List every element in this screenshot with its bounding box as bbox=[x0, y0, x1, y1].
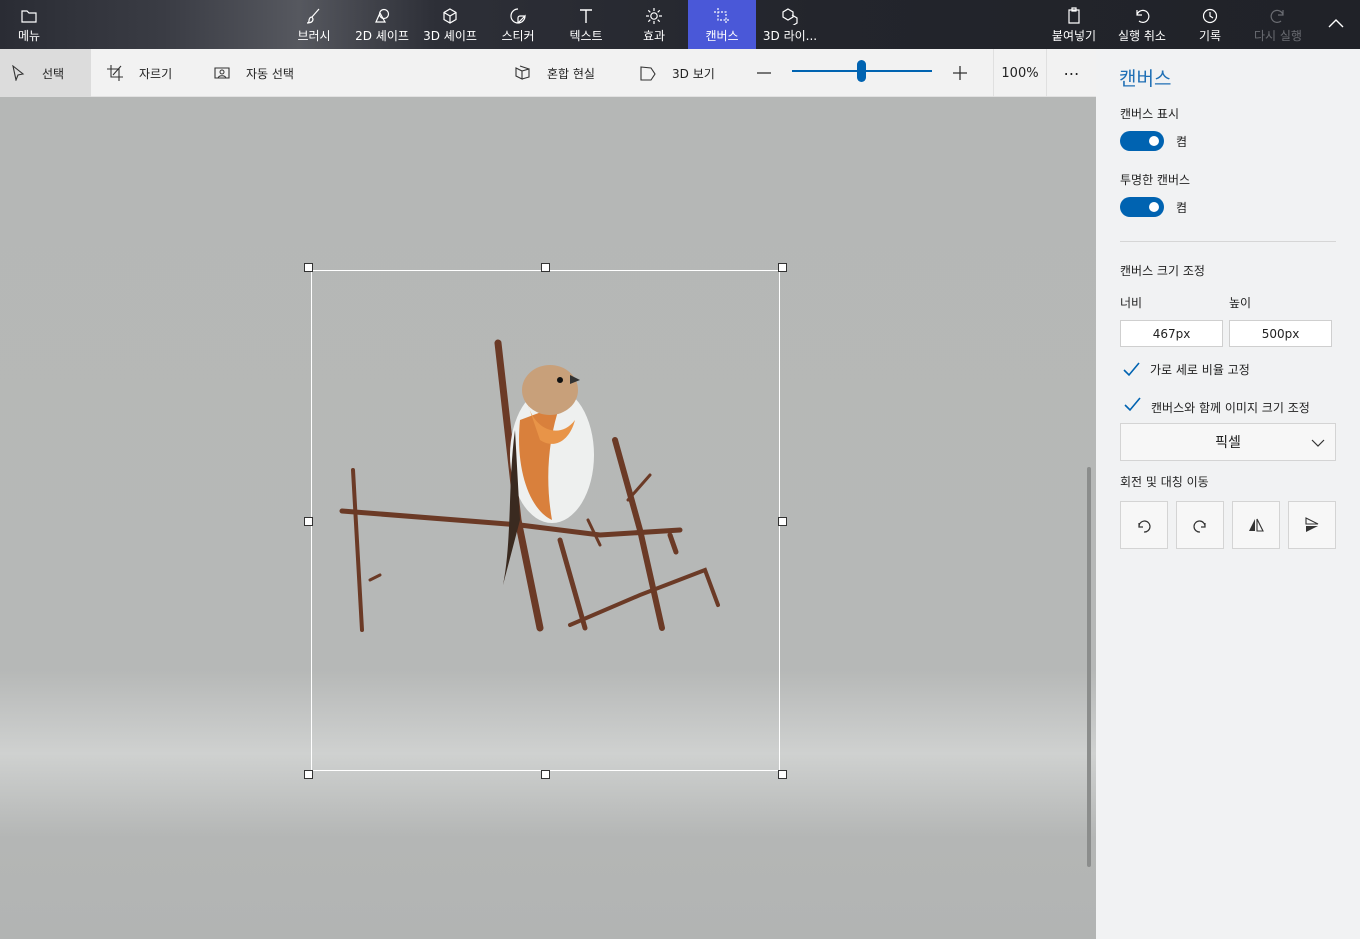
canvas-toolbar: 선택 자르기 자동 선택 혼합 현실 3D 보기 bbox=[0, 49, 1096, 97]
crop-icon bbox=[107, 65, 123, 81]
menu-button[interactable]: 메뉴 bbox=[10, 0, 48, 49]
width-field[interactable]: 467px bbox=[1120, 320, 1223, 347]
magic-select-icon bbox=[214, 67, 230, 79]
undo-icon bbox=[1136, 9, 1150, 23]
crop-tool[interactable]: 자르기 bbox=[107, 49, 172, 97]
bird-on-branch-image bbox=[339, 339, 720, 632]
redo-button[interactable]: 다시 실행 bbox=[1250, 0, 1306, 49]
zoom-out-icon[interactable] bbox=[754, 63, 774, 83]
resize-image-label: 캔버스와 함께 이미지 크기 조정 bbox=[1151, 401, 1310, 415]
resize-handle-top[interactable] bbox=[541, 263, 550, 272]
chevron-down-icon bbox=[1311, 439, 1325, 447]
tab-3d-library[interactable]: 3D 라이... bbox=[762, 0, 818, 49]
lock-aspect-checkbox[interactable] bbox=[1121, 360, 1141, 380]
text-icon bbox=[580, 9, 592, 23]
top-bar: 메뉴 브러시 2D 셰이프 3D 셰이프 스티커 텍스트 효과 캔버스 3D 라… bbox=[0, 0, 1360, 49]
resize-handle-bottom-right[interactable] bbox=[778, 770, 787, 779]
2d-shapes-icon bbox=[375, 8, 390, 23]
effects-icon bbox=[646, 8, 662, 24]
resize-handle-top-left[interactable] bbox=[304, 263, 313, 272]
flip-vertical-button[interactable] bbox=[1288, 501, 1336, 549]
rotate-right-button[interactable] bbox=[1176, 501, 1224, 549]
transparent-canvas-label: 투명한 캔버스 bbox=[1120, 173, 1191, 187]
canvas-icon bbox=[714, 8, 730, 24]
collapse-button[interactable] bbox=[1322, 0, 1350, 49]
resize-handle-bottom[interactable] bbox=[541, 770, 550, 779]
rotate-left-button[interactable] bbox=[1120, 501, 1168, 549]
tab-canvas[interactable]: 캔버스 bbox=[688, 0, 756, 49]
lock-aspect-label: 가로 세로 비율 고정 bbox=[1150, 363, 1250, 377]
resize-handle-top-right[interactable] bbox=[778, 263, 787, 272]
show-canvas-state: 켬 bbox=[1176, 135, 1188, 149]
tab-3d-shapes[interactable]: 3D 셰이프 bbox=[420, 0, 480, 49]
resize-handle-left[interactable] bbox=[304, 517, 313, 526]
flip-horizontal-button[interactable] bbox=[1232, 501, 1280, 549]
mixed-reality-button[interactable]: 혼합 현실 bbox=[515, 49, 595, 97]
height-label: 높이 bbox=[1229, 296, 1252, 310]
tab-brushes[interactable]: 브러시 bbox=[290, 0, 338, 49]
panel-divider bbox=[1120, 241, 1336, 242]
zoom-level: 100% bbox=[993, 49, 1047, 97]
view-3d-button[interactable]: 3D 보기 bbox=[640, 49, 715, 97]
flip-horizontal-icon bbox=[1249, 518, 1264, 532]
history-button[interactable]: 기록 bbox=[1192, 0, 1228, 49]
mixed-reality-icon bbox=[515, 65, 530, 80]
tab-text[interactable]: 텍스트 bbox=[562, 0, 610, 49]
resize-handle-bottom-left[interactable] bbox=[304, 770, 313, 779]
flip-vertical-icon bbox=[1305, 517, 1319, 532]
tab-effects[interactable]: 효과 bbox=[630, 0, 678, 49]
zoom-in-icon[interactable] bbox=[950, 63, 970, 83]
more-options-button[interactable]: ⋯ bbox=[1056, 49, 1088, 97]
paste-icon bbox=[1068, 7, 1080, 24]
view-3d-icon bbox=[640, 66, 656, 81]
tab-stickers[interactable]: 스티커 bbox=[494, 0, 542, 49]
history-icon bbox=[1202, 8, 1218, 24]
cursor-icon bbox=[12, 65, 25, 81]
panel-title: 캔버스 bbox=[1119, 68, 1172, 90]
unit-dropdown[interactable]: 픽셀 bbox=[1120, 423, 1336, 461]
menu-label: 메뉴 bbox=[17, 29, 41, 43]
vertical-scrollbar[interactable] bbox=[1087, 467, 1091, 867]
show-canvas-label: 캔버스 표시 bbox=[1120, 107, 1180, 121]
transparent-canvas-state: 켬 bbox=[1176, 201, 1188, 215]
folder-icon bbox=[21, 10, 37, 23]
rotate-right-icon bbox=[1193, 520, 1206, 533]
3d-library-icon bbox=[782, 8, 798, 25]
tab-2d-shapes[interactable]: 2D 셰이프 bbox=[352, 0, 412, 49]
width-label: 너비 bbox=[1120, 296, 1143, 310]
redo-icon bbox=[1270, 9, 1284, 23]
show-canvas-toggle[interactable] bbox=[1120, 131, 1164, 151]
rotate-left-icon bbox=[1138, 520, 1151, 533]
zoom-slider-thumb[interactable] bbox=[857, 60, 866, 82]
magic-select-tool[interactable]: 자동 선택 bbox=[214, 49, 294, 97]
unit-dropdown-value: 픽셀 bbox=[1215, 435, 1241, 451]
paste-button[interactable]: 붙여넣기 bbox=[1048, 0, 1100, 49]
resize-handle-right[interactable] bbox=[778, 517, 787, 526]
3d-shapes-icon bbox=[443, 8, 457, 24]
chevron-up-icon bbox=[1328, 19, 1344, 28]
brush-icon bbox=[306, 8, 320, 24]
sticker-icon bbox=[510, 8, 526, 24]
resize-canvas-label: 캔버스 크기 조정 bbox=[1120, 264, 1205, 278]
transparent-canvas-toggle[interactable] bbox=[1120, 197, 1164, 217]
rotate-flip-label: 회전 및 대칭 이동 bbox=[1120, 475, 1209, 489]
undo-button[interactable]: 실행 취소 bbox=[1114, 0, 1170, 49]
select-tool[interactable]: 선택 bbox=[0, 49, 91, 97]
resize-image-checkbox[interactable] bbox=[1122, 395, 1142, 415]
height-field[interactable]: 500px bbox=[1229, 320, 1332, 347]
